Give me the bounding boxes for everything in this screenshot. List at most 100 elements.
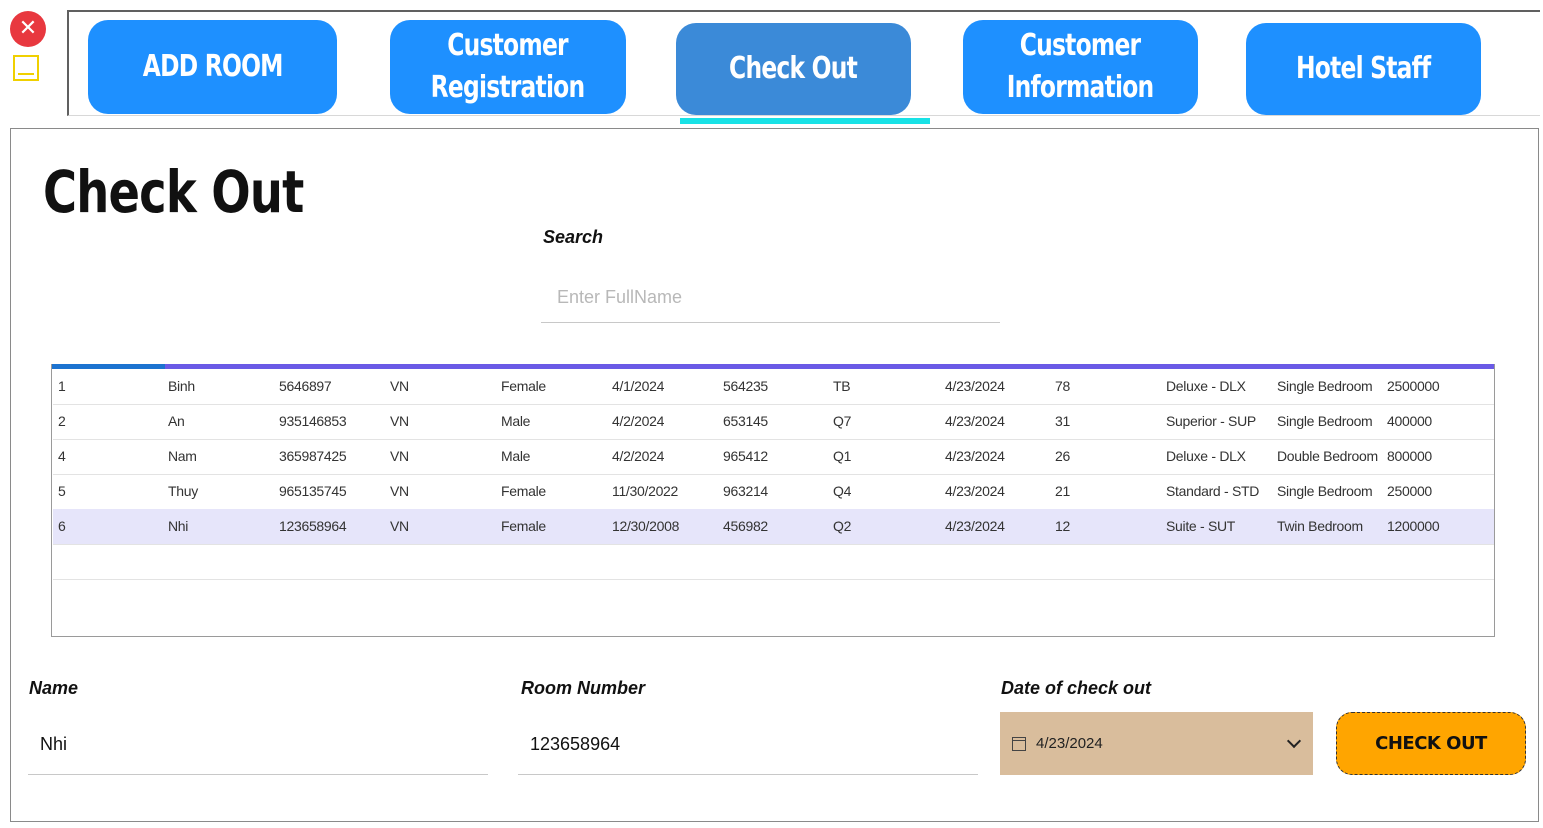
- price-cell: 250000: [1387, 483, 1432, 499]
- room-cell: 26: [1055, 448, 1070, 464]
- check-in-date-cell: 12/30/2008: [612, 518, 680, 534]
- table-row[interactable]: 6 Nhi 123658964 VN Female 12/30/2008 456982 Q2 4…: [53, 509, 1494, 545]
- chevron-down-icon[interactable]: [1286, 733, 1302, 749]
- gender-cell: Female: [501, 518, 546, 534]
- room-cell: 78: [1055, 378, 1070, 394]
- close-button[interactable]: ✕: [10, 11, 46, 47]
- room-number-field[interactable]: [518, 715, 978, 775]
- phone-cell: 456982: [723, 518, 768, 534]
- nationality-cell: VN: [390, 448, 409, 464]
- check-in-date-cell: 4/2/2024: [612, 413, 665, 429]
- search-input[interactable]: [541, 272, 1000, 323]
- gender-cell: Male: [501, 413, 531, 429]
- name-cell: Binh: [168, 378, 195, 394]
- nav-hotel-staff-label: Hotel Staff: [1296, 51, 1431, 86]
- table-row[interactable]: 2 An 935146853 VN Male 4/2/2024 653145 Q7 4/23/2…: [53, 404, 1494, 440]
- gender-cell: Male: [501, 448, 531, 464]
- name-cell: Thuy: [168, 483, 198, 499]
- check-out-button[interactable]: CHECK OUT: [1336, 712, 1526, 775]
- check-out-date-picker[interactable]: 4/23/2024: [1000, 712, 1313, 775]
- gender-cell: Female: [501, 483, 546, 499]
- name-cell: Nhi: [168, 518, 189, 534]
- row-id-cell: 6: [58, 518, 66, 534]
- table-row[interactable]: 4 Nam 365987425 VN Male 4/2/2024 965412 Q1 4/23/…: [53, 439, 1494, 475]
- name-cell: An: [168, 413, 185, 429]
- id-number-cell: 365987425: [279, 448, 347, 464]
- price-cell: 400000: [1387, 413, 1432, 429]
- nav-customer-information-label: Customer Information: [1007, 28, 1154, 105]
- table-row[interactable]: [53, 544, 1494, 580]
- check-out-button-label: CHECK OUT: [1375, 733, 1487, 754]
- room-number-label: Room Number: [521, 678, 646, 698]
- page-title: Check Out: [43, 158, 304, 226]
- minimize-button[interactable]: [13, 55, 39, 81]
- room-type-cell: Deluxe - DLX: [1166, 378, 1246, 394]
- address-cell: Q2: [833, 518, 852, 534]
- check-out-date-cell: 4/23/2024: [945, 448, 1005, 464]
- name-label: Name: [29, 678, 79, 698]
- phone-cell: 653145: [723, 413, 768, 429]
- nav-add-room-label: ADD ROOM: [142, 49, 284, 84]
- row-id-cell: 4: [58, 448, 66, 464]
- room-type-cell: Superior - SUP: [1166, 413, 1256, 429]
- table-row[interactable]: 5 Thuy 965135745 VN Female 11/30/2022 963214 Q4…: [53, 474, 1494, 510]
- id-number-cell: 123658964: [279, 518, 347, 534]
- search-label: Search: [543, 227, 604, 247]
- nav-customer-information-button[interactable]: Customer Information: [963, 20, 1198, 114]
- calendar-icon: [1012, 736, 1026, 751]
- nav-check-out-label: Check Out: [729, 51, 858, 86]
- check-in-date-cell: 4/1/2024: [612, 378, 665, 394]
- bed-cell: Single Bedroom: [1277, 483, 1373, 499]
- row-id-cell: 2: [58, 413, 66, 429]
- check-out-date-value: 4/23/2024: [1036, 735, 1103, 752]
- price-cell: 800000: [1387, 448, 1432, 464]
- bed-cell: Double Bedroom: [1277, 448, 1378, 464]
- phone-cell: 965412: [723, 448, 768, 464]
- address-cell: Q4: [833, 483, 852, 499]
- id-number-cell: 935146853: [279, 413, 347, 429]
- room-type-cell: Standard - STD: [1166, 483, 1260, 499]
- room-cell: 12: [1055, 518, 1070, 534]
- active-tab-indicator: [680, 118, 930, 124]
- address-cell: Q1: [833, 448, 852, 464]
- id-number-cell: 5646897: [279, 378, 332, 394]
- close-icon: ✕: [18, 16, 38, 41]
- check-out-date-cell: 4/23/2024: [945, 378, 1005, 394]
- price-cell: 2500000: [1387, 378, 1440, 394]
- row-id-cell: 5: [58, 483, 66, 499]
- checkout-table[interactable]: 1 Binh 5646897 VN Female 4/1/2024 564235 TB 4/23…: [51, 364, 1495, 637]
- room-type-cell: Deluxe - DLX: [1166, 448, 1246, 464]
- address-cell: Q7: [833, 413, 852, 429]
- id-number-cell: 965135745: [279, 483, 347, 499]
- check-in-date-cell: 11/30/2022: [612, 483, 679, 499]
- phone-cell: 963214: [723, 483, 768, 499]
- nationality-cell: VN: [390, 518, 409, 534]
- check-out-date-cell: 4/23/2024: [945, 413, 1005, 429]
- bed-cell: Single Bedroom: [1277, 378, 1373, 394]
- date-of-check-out-label: Date of check out: [1001, 678, 1152, 698]
- name-cell: Nam: [168, 448, 197, 464]
- phone-cell: 564235: [723, 378, 768, 394]
- check-out-date-cell: 4/23/2024: [945, 483, 1005, 499]
- check-out-date-cell: 4/23/2024: [945, 518, 1005, 534]
- table-row[interactable]: 1 Binh 5646897 VN Female 4/1/2024 564235 TB 4/23…: [53, 369, 1494, 405]
- nav-add-room-button[interactable]: ADD ROOM: [88, 20, 337, 114]
- nationality-cell: VN: [390, 483, 409, 499]
- bed-cell: Single Bedroom: [1277, 413, 1373, 429]
- price-cell: 1200000: [1387, 518, 1440, 534]
- room-cell: 21: [1055, 483, 1070, 499]
- nav-hotel-staff-button[interactable]: Hotel Staff: [1246, 23, 1481, 115]
- room-type-cell: Suite - SUT: [1166, 518, 1236, 534]
- nav-customer-registration-button[interactable]: Customer Registration: [390, 20, 626, 114]
- nav-check-out-button[interactable]: Check Out: [676, 23, 911, 115]
- check-in-date-cell: 4/2/2024: [612, 448, 665, 464]
- address-cell: TB: [833, 378, 851, 394]
- bed-cell: Twin Bedroom: [1277, 518, 1363, 534]
- nav-customer-registration-label: Customer Registration: [431, 28, 585, 105]
- gender-cell: Female: [501, 378, 546, 394]
- name-field[interactable]: [28, 715, 488, 775]
- room-cell: 31: [1055, 413, 1070, 429]
- row-id-cell: 1: [58, 378, 66, 394]
- nationality-cell: VN: [390, 378, 409, 394]
- nationality-cell: VN: [390, 413, 409, 429]
